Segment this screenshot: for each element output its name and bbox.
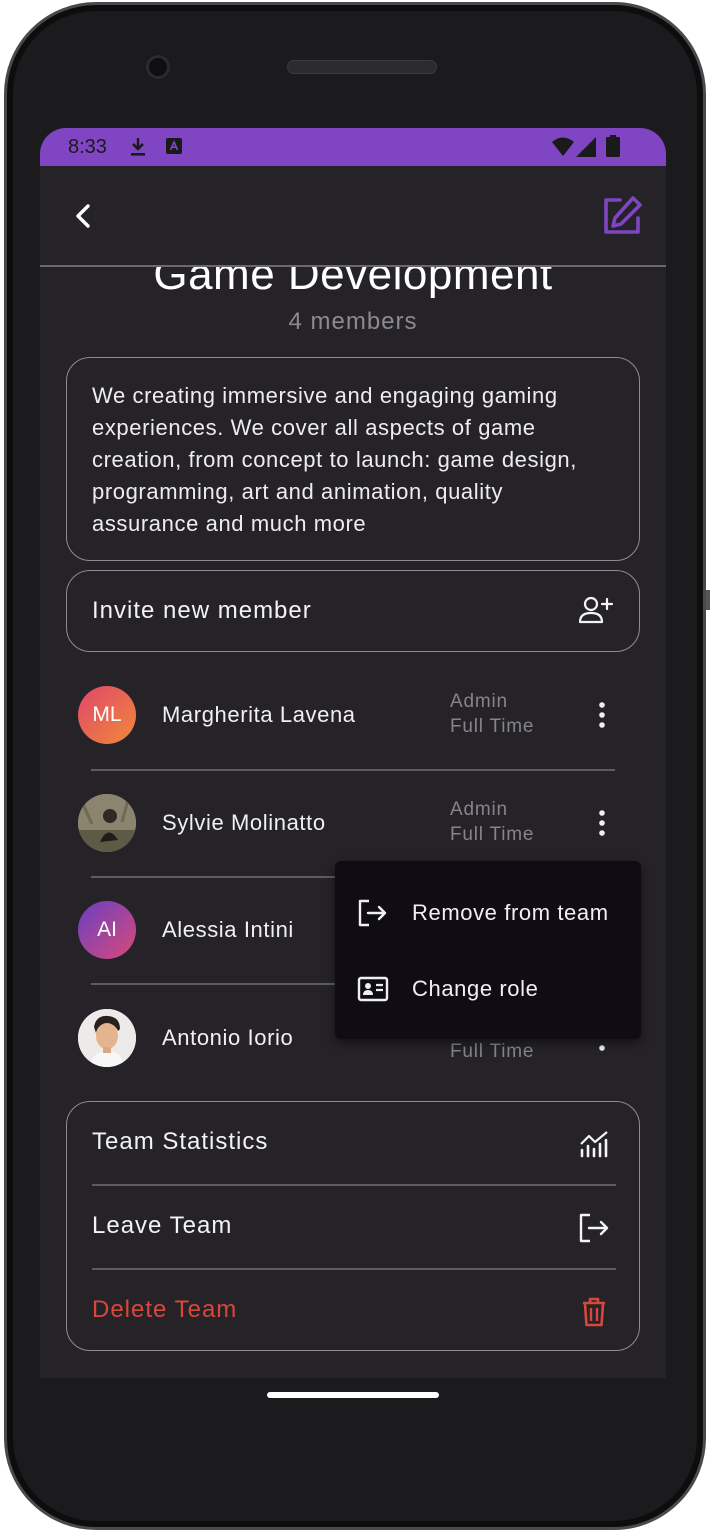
avatar — [78, 1009, 136, 1067]
status-time: 8:33 — [68, 136, 107, 158]
action-label: Delete Team — [92, 1296, 238, 1323]
person-photo-icon — [78, 1009, 136, 1067]
app-bar — [40, 166, 666, 267]
team-description: We creating immersive and engaging gamin… — [92, 383, 577, 536]
wifi-icon — [552, 137, 574, 156]
member-name: Antonio Iorio — [162, 1025, 294, 1050]
app-notification-icon — [166, 138, 182, 154]
member-role: Admin Full Time — [450, 797, 534, 847]
person-photo-icon — [78, 794, 136, 852]
person-add-icon — [578, 596, 614, 624]
id-card-icon — [357, 976, 389, 1002]
team-description-card: We creating immersive and engaging gamin… — [66, 357, 640, 561]
member-employment: Full Time — [450, 716, 535, 737]
edit-icon[interactable] — [600, 194, 644, 238]
avatar-initials: ML — [92, 703, 122, 726]
members-count: 4 members — [288, 308, 418, 335]
menu-item-label: Remove from team — [412, 900, 609, 925]
action-label: Team Statistics — [92, 1128, 269, 1155]
invite-member-label: Invite new member — [92, 597, 312, 624]
logout-icon — [358, 899, 387, 927]
screen: 8:33 Game Development 4 members We creat… — [40, 128, 666, 1378]
member-row[interactable]: Sylvie Molinatto Admin Full Time — [78, 794, 628, 854]
home-indicator[interactable] — [267, 1392, 439, 1398]
signal-icon — [576, 137, 596, 157]
member-role: Admin Full Time — [450, 689, 534, 739]
menu-item-change-role[interactable]: Change role — [335, 950, 641, 1026]
team-statistics-button[interactable]: Team Statistics — [67, 1102, 641, 1186]
team-actions-card: Team Statistics Leave Team Delete Team — [66, 1101, 640, 1351]
status-bar: 8:33 — [40, 128, 666, 166]
avatar: AI — [78, 901, 136, 959]
action-label: Leave Team — [92, 1212, 233, 1239]
member-name: Sylvie Molinatto — [162, 810, 326, 835]
logout-icon — [579, 1213, 609, 1243]
avatar — [78, 794, 136, 852]
member-divider — [91, 769, 615, 771]
back-arrow-icon[interactable] — [68, 200, 100, 232]
member-role-title: Admin — [450, 691, 508, 712]
side-button — [706, 590, 710, 610]
member-employment: Full Time — [450, 1041, 535, 1062]
more-vert-icon[interactable] — [594, 700, 610, 730]
download-icon — [131, 138, 145, 156]
member-role-title: Admin — [450, 799, 508, 820]
menu-item-label: Change role — [412, 976, 539, 1001]
front-camera — [146, 55, 170, 79]
leave-team-button[interactable]: Leave Team — [67, 1186, 641, 1270]
earpiece-speaker — [287, 60, 437, 74]
menu-item-remove-from-team[interactable]: Remove from team — [335, 874, 641, 950]
avatar-initials: AI — [97, 918, 117, 941]
trash-icon — [583, 1297, 605, 1327]
member-name: Margherita Lavena — [162, 702, 356, 727]
member-role: Full Time — [450, 1039, 534, 1064]
member-context-menu: Remove from team Change role — [335, 861, 641, 1039]
member-name: Alessia Intini — [162, 917, 294, 942]
member-employment: Full Time — [450, 824, 535, 845]
battery-icon — [606, 135, 620, 157]
more-vert-icon[interactable] — [594, 808, 610, 838]
invite-member-button[interactable]: Invite new member — [66, 570, 640, 652]
member-row[interactable]: ML Margherita Lavena Admin Full Time — [78, 686, 628, 746]
avatar: ML — [78, 686, 136, 744]
stats-chart-icon — [580, 1131, 608, 1158]
delete-team-button[interactable]: Delete Team — [67, 1270, 641, 1354]
